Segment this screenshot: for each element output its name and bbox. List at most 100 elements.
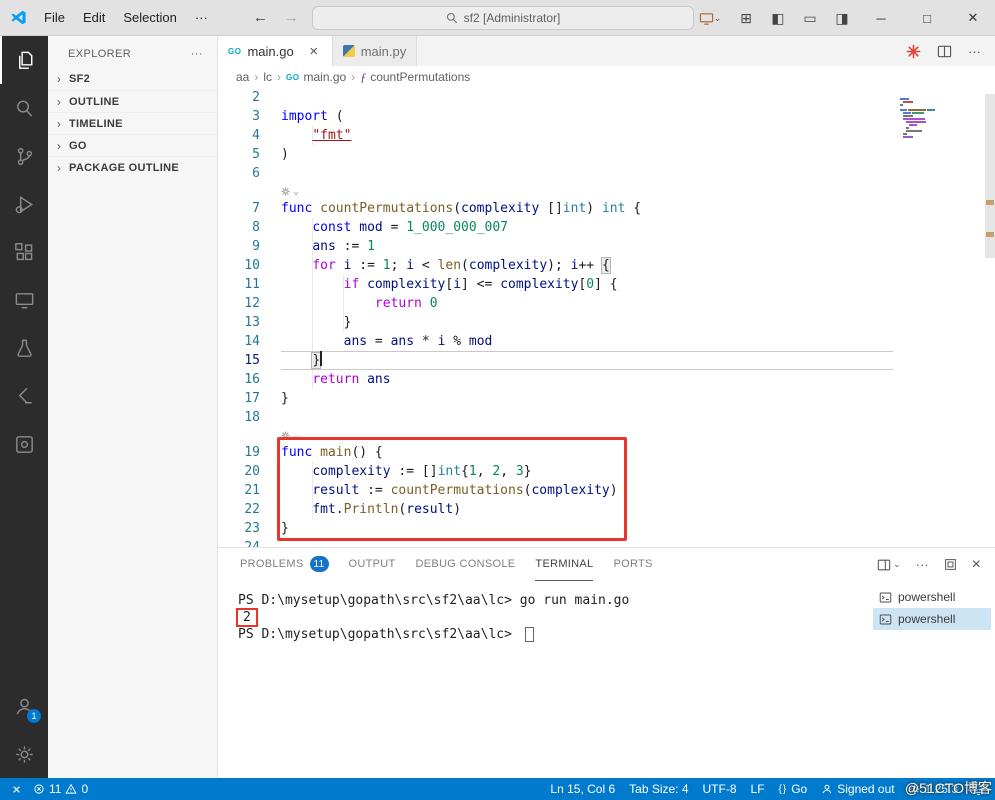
error-count: 11 [49,782,62,796]
sidebar-section-go[interactable]: › GO [48,134,217,156]
notifications-bell-icon[interactable] [972,783,985,796]
more-actions-icon[interactable]: ··· [191,48,203,60]
code-line-6[interactable] [281,164,893,183]
menu-selection[interactable]: Selection [114,6,185,30]
code-editor[interactable]: 2 3 import (4 "fmt" 5) 6 ⌄ 7 func countPermutat… [218,88,995,547]
settings-gear-icon[interactable] [0,730,48,778]
menu-edit[interactable]: Edit [74,6,114,30]
code-line-18[interactable] [281,408,893,427]
toggle-primary-sidebar-icon[interactable]: ◧ [763,4,793,32]
command-center-search[interactable]: sf2 [Administrator] [312,6,694,30]
close-tab-icon[interactable]: × [306,43,322,60]
close-panel-icon[interactable]: × [972,556,981,574]
more-actions-icon[interactable]: ··· [916,557,929,572]
run-code-icon[interactable] [906,44,921,59]
tools-icon[interactable] [0,420,48,468]
menu-file[interactable]: File [35,6,74,30]
status-language-mode[interactable]: {} Go [779,782,808,796]
testing-icon[interactable] [0,324,48,372]
explorer-icon[interactable] [0,36,48,84]
line-number: 19 [244,445,260,460]
sidebar-section-outline[interactable]: › OUTLINE [48,90,217,112]
leetcode-icon[interactable] [0,372,48,420]
line-number: 15 [244,353,260,368]
line-number: 12 [244,296,260,311]
code-line-7[interactable]: func countPermutations(complexity []int)… [281,199,893,218]
tab-main.py[interactable]: main.py [332,36,418,66]
maximize-panel-icon[interactable] [944,558,957,571]
breadcrumb-label: main.go [303,70,347,84]
minimap[interactable] [898,96,946,140]
code-line-9[interactable]: ans := 1 [281,237,893,256]
terminal[interactable]: PS D:\mysetup\gopath\src\sf2\aa\lc> go r… [236,592,868,643]
status-go-version[interactable]: 1.25.3 [909,782,958,796]
source-control-icon[interactable] [0,132,48,180]
close-window-button[interactable]: ✕ [951,0,995,36]
panel-tab-terminal[interactable]: TERMINAL [535,548,594,581]
status-eol[interactable]: LF [751,782,765,796]
status-cursor-position[interactable]: Ln 15, Col 6 [550,782,615,796]
text-cursor [320,351,322,366]
code-line-15[interactable]: } [281,351,893,370]
code-line-17[interactable]: } [281,389,893,408]
code-line-5[interactable]: ) [281,145,893,164]
status-accounts[interactable]: Signed out [821,782,895,796]
toggle-secondary-sidebar-icon[interactable]: ◨ [827,4,857,32]
code-line-10[interactable]: for i := 1; i < len(complexity); i++ { [281,256,893,275]
open-remote-window-icon[interactable]: ⌄ [691,4,729,32]
maximize-button[interactable]: □ [905,0,949,36]
code-line-2[interactable] [281,88,893,107]
line-number: 24 [218,538,281,547]
sidebar-section-timeline[interactable]: › TIMELINE [48,112,217,134]
panel-tab-label: OUTPUT [348,558,396,570]
problems-status[interactable]: 11 0 [33,782,88,796]
run-debug-icon[interactable] [0,180,48,228]
sidebar-section-sf2[interactable]: › SF2 [48,68,217,90]
remote-indicator-icon[interactable] [10,783,23,796]
search-icon[interactable] [0,84,48,132]
breadcrumb-item-countPermutations[interactable]: ƒ countPermutations [360,70,470,85]
code-line-13[interactable]: } [281,313,893,332]
monitor-icon [699,12,713,25]
code-line-4[interactable]: "fmt" [281,126,893,145]
codelens-run[interactable]: ⌄ [281,183,893,199]
code-line-16[interactable]: return ans [281,370,893,389]
python-file-icon [342,45,355,57]
status-bar: 11 0 Ln 15, Col 6 Tab Size: 4 UTF-8 LF {} Go S… [0,778,995,800]
account-icon [822,784,832,794]
split-editor-icon[interactable] [937,44,952,59]
code-line-11[interactable]: if complexity[i] <= complexity[0] { [281,275,893,294]
code-line-8[interactable]: const mod = 1_000_000_007 [281,218,893,237]
breadcrumb-item-main.go[interactable]: GO main.go [286,70,346,84]
customize-layout-icon[interactable]: ⊞ [731,4,761,32]
breadcrumb-item-lc[interactable]: lc [263,70,272,84]
tab-main.go[interactable]: GO main.go × [218,36,333,66]
terminal-instance-powershell[interactable]: powershell [873,608,991,630]
code-line-3[interactable]: import ( [281,107,893,126]
panel-tab-problems[interactable]: PROBLEMS 11 [240,548,329,581]
code-line-12[interactable]: return 0 [281,294,893,313]
breadcrumb-item-aa[interactable]: aa [236,70,249,84]
line-number: 14 [244,334,260,349]
back-icon[interactable]: ← [245,9,276,26]
extensions-icon[interactable] [0,228,48,276]
account-icon[interactable]: 1 [0,682,48,730]
status-indentation[interactable]: Tab Size: 4 [629,782,688,796]
panel-tab-debug-console[interactable]: DEBUG CONSOLE [416,548,516,581]
toggle-panel-icon[interactable]: ▭ [795,4,825,32]
terminal-views-icon[interactable]: ⌄ [877,558,901,572]
terminal-prompt: PS D:\mysetup\gopath\src\sf2\aa\lc> [238,593,512,608]
more-actions-icon[interactable]: ··· [968,44,981,59]
panel-tab-output[interactable]: OUTPUT [349,548,396,581]
terminal-instance-powershell[interactable]: powershell [873,586,991,608]
sidebar-section-package-outline[interactable]: › PACKAGE OUTLINE [48,156,217,178]
remote-explorer-icon[interactable] [0,276,48,324]
panel-tab-ports[interactable]: PORTS [613,548,652,581]
minimize-button[interactable]: ─ [859,0,903,36]
status-label: Ln 15, Col 6 [550,782,616,796]
chevron-right-icon: › [56,94,62,109]
forward-icon[interactable]: → [276,9,307,26]
code-line-14[interactable]: ans = ans * i % mod [281,332,893,351]
status-encoding[interactable]: UTF-8 [703,782,737,796]
menu-more-icon[interactable]: ··· [186,6,217,30]
